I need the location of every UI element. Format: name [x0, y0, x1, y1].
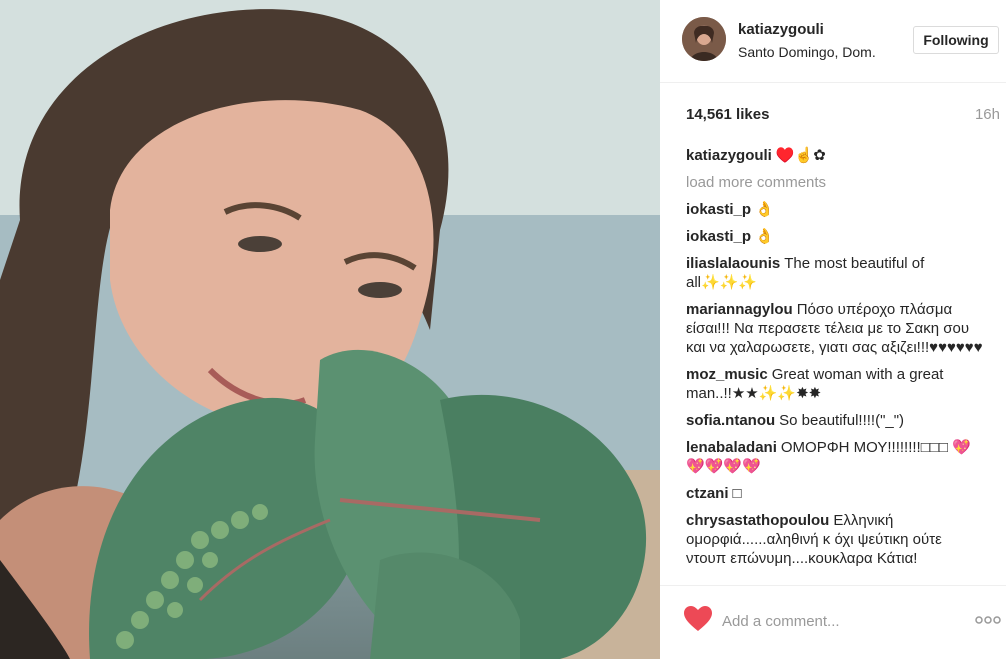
post-location[interactable]: Santo Domingo, Dom.	[738, 44, 876, 60]
comment-username[interactable]: lenabaladani	[686, 439, 777, 456]
comments-list: katiazygouli ♥️☝️✿ load more comments iok…	[686, 146, 986, 583]
comment-username[interactable]: iokasti_p	[686, 228, 751, 245]
comment-text: □	[732, 485, 742, 502]
comment-item: chrysastathopoulou Ελληνική ομορφιά......…	[686, 511, 986, 568]
comment-item: iokasti_p 👌	[686, 200, 986, 219]
comment-text: 👌	[755, 228, 774, 245]
post-header: katiazygouli Santo Domingo, Dom. Followi…	[660, 0, 1006, 83]
comment-item: iliaslalaounis The most beautiful of all✨…	[686, 254, 986, 292]
comment-username[interactable]: sofia.ntanou	[686, 412, 775, 429]
heart-icon[interactable]	[684, 606, 712, 632]
comment-footer	[660, 585, 1006, 660]
post-photo[interactable]	[0, 0, 660, 659]
photo-illustration	[0, 0, 660, 659]
comment-username[interactable]: iokasti_p	[686, 201, 751, 218]
post-timestamp[interactable]: 16h	[975, 106, 1000, 123]
following-button[interactable]: Following	[913, 26, 999, 54]
post-details-panel: katiazygouli Santo Domingo, Dom. Followi…	[660, 0, 1006, 659]
comment-item: moz_music Great woman with a great man..!…	[686, 365, 986, 403]
load-more-comments-link[interactable]: load more comments	[686, 173, 986, 192]
comment-username[interactable]: mariannagylou	[686, 301, 793, 318]
comment-username[interactable]: moz_music	[686, 366, 768, 383]
comment-item: ctzani □	[686, 484, 986, 503]
likes-count[interactable]: 14,561 likes	[686, 106, 769, 123]
add-comment-input[interactable]	[722, 609, 942, 633]
caption: katiazygouli ♥️☝️✿	[686, 146, 986, 165]
caption-text: ♥️☝️✿	[775, 147, 826, 164]
avatar-image	[682, 17, 726, 61]
post-username[interactable]: katiazygouli	[738, 21, 824, 38]
comment-text: 👌	[755, 201, 774, 218]
more-options-icon[interactable]	[974, 610, 1002, 630]
comment-item: lenabaladani ΟΜΟΡΦΗ ΜΟΥ!!!!!!!!□□□ 💖💖💖💖💖	[686, 438, 986, 476]
comment-text: So beautiful!!!!("_")	[779, 412, 905, 429]
comment-username[interactable]: chrysastathopoulou	[686, 512, 829, 529]
comment-item: sofia.ntanou So beautiful!!!!("_")	[686, 411, 986, 430]
comment-username[interactable]: ctzani	[686, 485, 729, 502]
avatar[interactable]	[682, 17, 726, 61]
comment-username[interactable]: iliaslalaounis	[686, 255, 780, 272]
caption-username[interactable]: katiazygouli	[686, 147, 772, 164]
comment-item: iokasti_p 👌	[686, 227, 986, 246]
comment-item: mariannagylou Πόσο υπέροχο πλάσμα είσαι!!…	[686, 300, 986, 357]
